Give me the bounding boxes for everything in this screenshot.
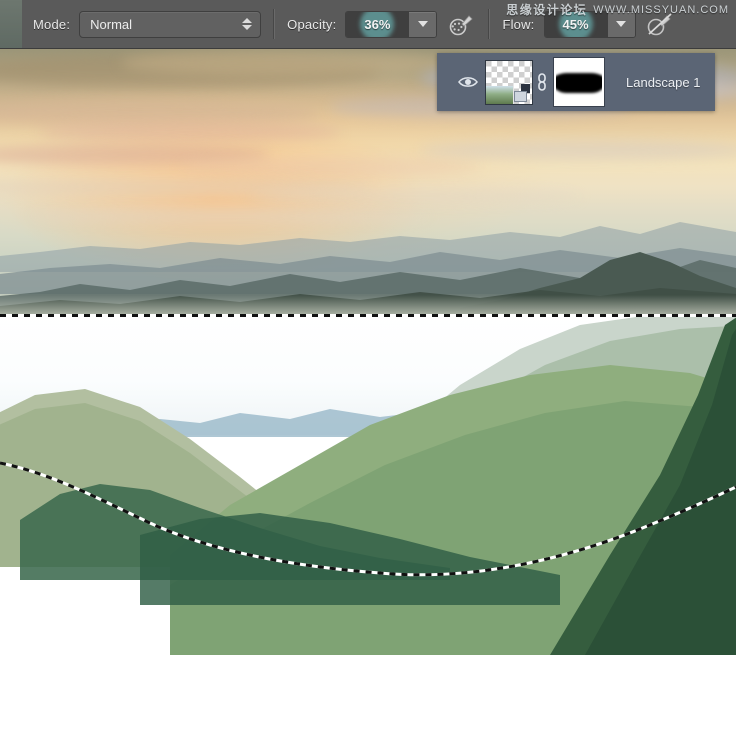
watermark-url: WWW.MISSYUAN.COM xyxy=(593,3,729,16)
toolbar-divider xyxy=(273,9,276,39)
opacity-label: Opacity: xyxy=(287,16,337,32)
layers-panel[interactable]: Landscape 1 xyxy=(437,53,715,111)
mask-shape xyxy=(556,73,602,94)
chevron-down-icon xyxy=(616,21,626,27)
opacity-value: 36% xyxy=(364,16,391,32)
image-canvas[interactable] xyxy=(0,0,736,740)
layer-thumbnail[interactable] xyxy=(485,59,533,105)
link-icon[interactable] xyxy=(533,72,551,92)
cloud-band xyxy=(250,188,580,204)
mask-selected-corner xyxy=(593,60,602,69)
watermark-chinese: 思缘设计论坛 xyxy=(506,3,588,17)
blend-mode-select[interactable]: Normal xyxy=(79,10,262,38)
opacity-control[interactable]: 36% xyxy=(345,10,438,38)
right-forested-flank xyxy=(550,317,736,655)
watermark: 思缘设计论坛 WWW.MISSYUAN.COM xyxy=(506,1,729,18)
mask-selected-corner xyxy=(556,95,565,104)
opacity-dropdown-button[interactable] xyxy=(408,11,437,37)
toolbar-divider xyxy=(488,9,491,39)
layer-thumbnail-image xyxy=(486,85,513,104)
valley-haze xyxy=(0,295,736,315)
eye-icon[interactable] xyxy=(455,75,481,89)
selection-edge-horizontal xyxy=(0,314,736,317)
flow-value: 45% xyxy=(562,16,589,32)
screenshot-root: Mode: Normal Opacity: 36% Flow: 45% Land… xyxy=(0,0,736,740)
layer-row-landscape-1[interactable]: Landscape 1 xyxy=(455,57,715,107)
mask-selected-corner xyxy=(593,95,602,104)
cloud-band xyxy=(180,158,480,176)
bottom-image-alpine-valley-lake[interactable] xyxy=(0,315,736,740)
cloud-band xyxy=(120,50,450,76)
layer-mask-thumbnail[interactable] xyxy=(553,57,605,107)
opacity-input[interactable]: 36% xyxy=(346,11,409,37)
layer-thumbnail-block xyxy=(514,90,527,102)
blend-mode-value: Normal xyxy=(90,16,133,32)
mask-selected-corner xyxy=(556,60,565,69)
chevron-down-icon xyxy=(417,21,428,27)
options-bar-left-strip xyxy=(0,0,22,48)
pressure-opacity-icon[interactable] xyxy=(446,9,476,39)
flow-label: Flow: xyxy=(502,16,535,32)
cloud-band xyxy=(40,122,340,142)
cloud-band xyxy=(420,140,736,160)
stepper-updown-icon[interactable] xyxy=(242,18,253,30)
layer-name-label: Landscape 1 xyxy=(626,74,701,90)
mode-label: Mode: xyxy=(33,16,71,32)
